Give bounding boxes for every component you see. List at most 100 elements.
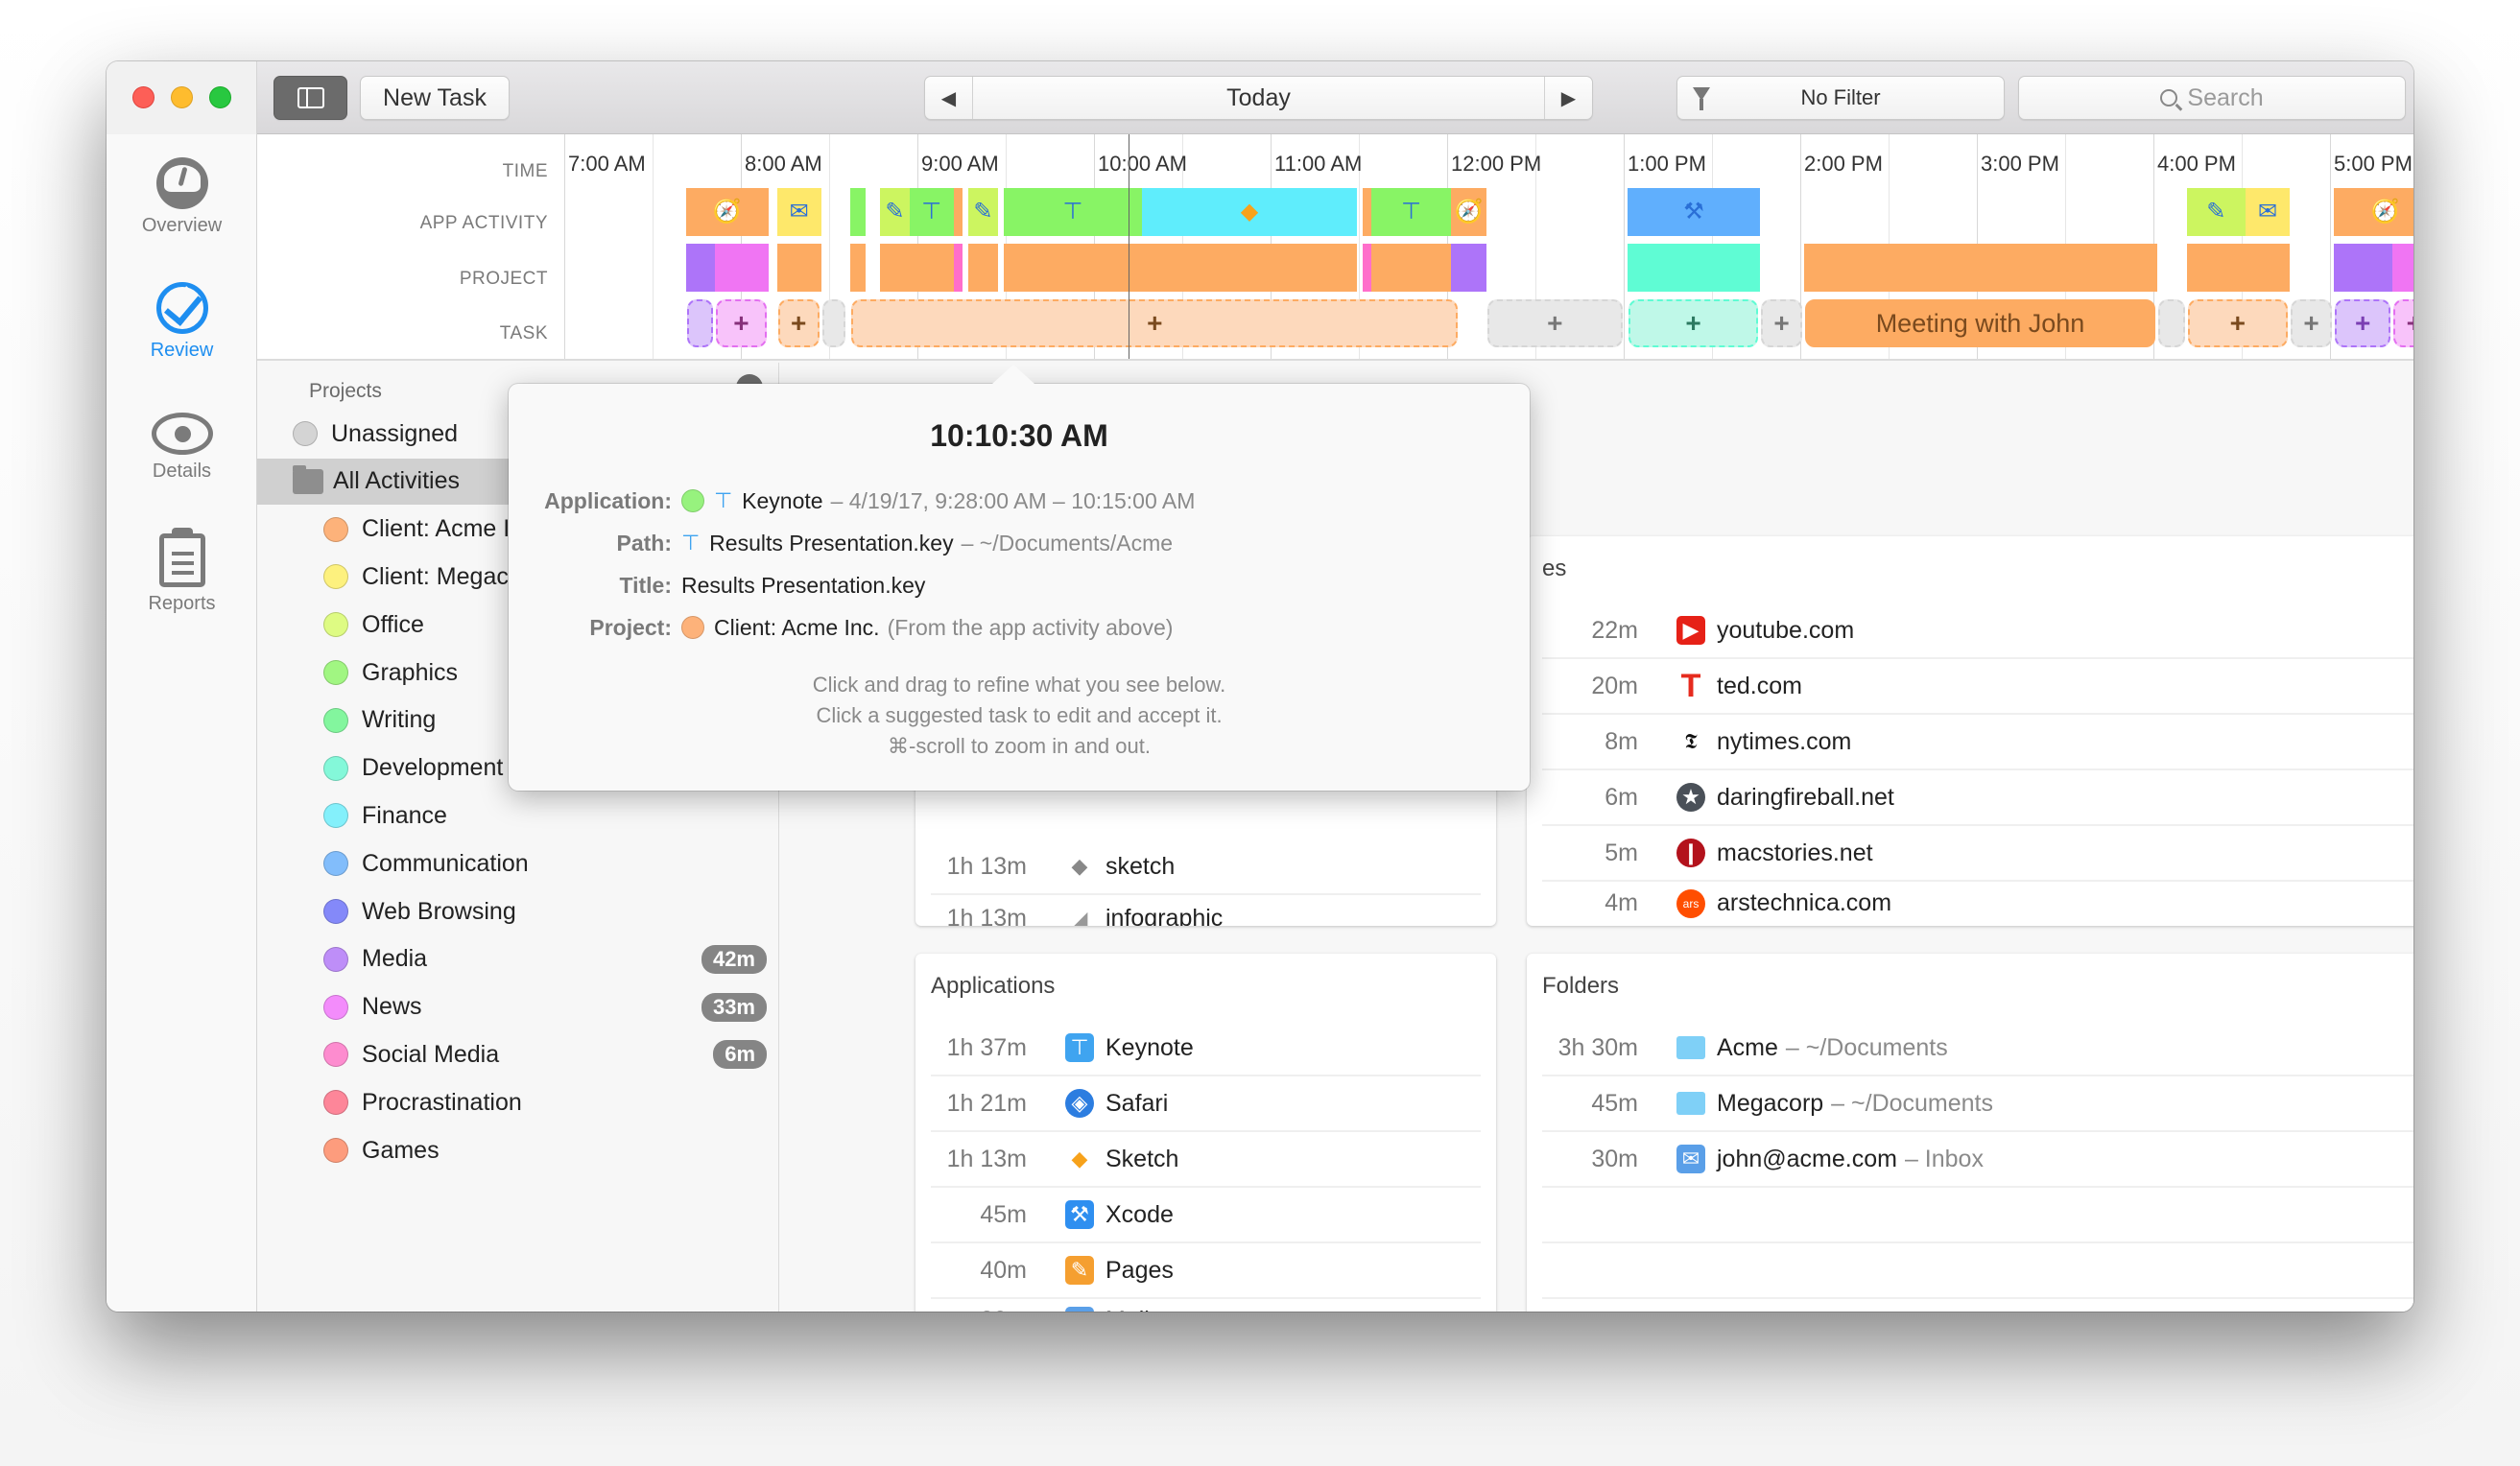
app-activity-segment[interactable]: ✎ <box>968 188 998 236</box>
project-segment[interactable] <box>2334 244 2393 292</box>
list-item[interactable]: 45m Megacorp – ~/Documents <box>1542 1076 2413 1132</box>
list-item[interactable]: 6m ★ daringfireball.net <box>1542 770 2413 826</box>
project-segment[interactable] <box>1363 244 1372 292</box>
project-color-dot <box>323 612 348 638</box>
list-item[interactable]: 3h 30m Acme – ~/Documents <box>1542 1021 2413 1076</box>
suggested-task[interactable]: + <box>2291 299 2332 347</box>
list-item[interactable]: 1h 13m ◆ sketch <box>931 839 1481 895</box>
app-activity-segment[interactable] <box>850 188 866 236</box>
suggested-task[interactable]: + <box>1628 299 1758 347</box>
project-segment[interactable] <box>1804 244 2157 292</box>
list-item[interactable]: 22m ▶ youtube.com <box>1542 603 2413 659</box>
project-segment[interactable] <box>1628 244 1760 292</box>
minimize-window-button[interactable] <box>171 86 193 108</box>
filter-button[interactable]: No Filter <box>1676 76 2005 120</box>
list-item[interactable]: 20m Tted.com <box>1542 659 2413 715</box>
app-activity-segment[interactable]: 🧭 <box>685 188 769 236</box>
app-activity-segment[interactable]: ⚒ <box>1628 188 1760 236</box>
project-segment[interactable] <box>1371 244 1451 292</box>
project-item[interactable]: News 33m <box>257 984 778 1030</box>
app-activity-segment[interactable]: ⊤ <box>1003 188 1142 236</box>
duration: 22m <box>1591 616 1638 644</box>
project-segment[interactable] <box>2392 244 2413 292</box>
app-activity-segment[interactable]: ✎ <box>880 188 910 236</box>
list-item[interactable]: 5m ❙ macstories.net <box>1542 826 2413 882</box>
app-activity-segment[interactable]: ✎ <box>2186 188 2246 236</box>
project-item[interactable]: Media 42m <box>257 936 778 982</box>
suggested-task[interactable]: + <box>1486 299 1623 347</box>
suggested-task[interactable]: + <box>777 299 820 347</box>
sidebar-toggle-button[interactable] <box>273 76 347 120</box>
project-segment[interactable] <box>850 244 866 292</box>
app-activity-segment[interactable]: ⊤ <box>909 188 954 236</box>
suggested-task[interactable]: + <box>1761 299 1802 347</box>
folder-icon <box>293 464 323 494</box>
suggested-task[interactable]: + <box>2335 299 2391 347</box>
search-input[interactable]: Search <box>2018 76 2406 120</box>
project-segment[interactable] <box>953 244 963 292</box>
nav-review[interactable]: Review <box>107 282 257 362</box>
app-activity-segment[interactable]: ✉ <box>2246 188 2290 236</box>
project-color-dot <box>323 660 348 685</box>
project-segment[interactable] <box>968 244 998 292</box>
suggested-task[interactable] <box>686 299 714 347</box>
list-item[interactable]: 1h 13m ◆ Sketch <box>931 1132 1481 1188</box>
list-item[interactable]: 40m ✎ Pages <box>931 1243 1481 1299</box>
project-item[interactable]: Procrastination <box>257 1079 778 1125</box>
close-window-button[interactable] <box>132 86 155 108</box>
project-item[interactable]: Communication <box>257 840 778 887</box>
suggested-task[interactable] <box>821 299 846 347</box>
nav-reports[interactable]: Reports <box>107 528 257 615</box>
project-segment[interactable] <box>880 244 954 292</box>
list-item[interactable]: 1h 21m ◈ Safari <box>931 1076 1481 1132</box>
project-segment[interactable] <box>776 244 821 292</box>
project-item[interactable]: Social Media 6m <box>257 1031 778 1077</box>
suggested-task[interactable]: + <box>2393 299 2413 347</box>
hour-label: 10:00 AM <box>1098 152 1187 176</box>
project-item[interactable]: Finance <box>257 792 778 839</box>
list-item[interactable]: 45m ⚒ Xcode <box>931 1188 1481 1243</box>
app-activity-segment[interactable]: 🧭 <box>2334 188 2413 236</box>
folders-card: Folders 3h 30m Acme – ~/Documents 45m Megac… <box>1527 954 2413 1312</box>
app-activity-segment[interactable]: ◆ <box>1142 188 1357 236</box>
previous-day-button[interactable]: ◀ <box>925 77 973 119</box>
list-item[interactable]: 30m ✉ john@acme.com – Inbox <box>1542 1132 2413 1188</box>
project-segment[interactable] <box>715 244 769 292</box>
list-item[interactable]: 1h 13m ◢ infographic <box>931 897 1481 926</box>
duration: 5m <box>1605 839 1638 866</box>
list-item[interactable]: 4m ars arstechnica.com <box>1542 882 2413 918</box>
app-activity-segment[interactable]: 🧭 <box>1451 188 1486 236</box>
project-segment[interactable] <box>685 244 716 292</box>
app-activity-segment[interactable]: ✉ <box>776 188 821 236</box>
keynote-icon: ⊤ <box>714 488 733 512</box>
list-item[interactable]: 8m 𝕿nytimes.com <box>1542 715 2413 770</box>
suggested-task[interactable] <box>2158 299 2185 347</box>
nav-overview[interactable]: Overview <box>107 157 257 237</box>
project-segment[interactable] <box>2186 244 2290 292</box>
nav-details[interactable]: Details <box>107 413 257 483</box>
hint-line: Click a suggested task to edit and accep… <box>816 703 1223 727</box>
app-activity-segment[interactable] <box>1363 188 1372 236</box>
app-activity-segment[interactable]: ⊤ <box>1371 188 1451 236</box>
project-item[interactable]: Games <box>257 1127 778 1173</box>
applications-card-title: Applications <box>931 973 1056 999</box>
new-task-button[interactable]: New Task <box>360 76 510 120</box>
next-day-button[interactable]: ▶ <box>1544 77 1592 119</box>
list-item[interactable]: 1h 37m ⊤ Keynote <box>931 1021 1481 1076</box>
suggested-task[interactable]: + <box>2187 299 2288 347</box>
hour-label: 9:00 AM <box>921 152 999 176</box>
timeline[interactable]: TIME APP ACTIVITY PROJECT TASK 7:00 AM 8:… <box>257 134 2413 361</box>
project-segment[interactable] <box>1451 244 1486 292</box>
list-item[interactable]: 30m✉ Mail <box>931 1299 1481 1312</box>
date-label[interactable]: Today <box>1226 84 1291 112</box>
suggested-task[interactable]: + <box>851 299 1459 347</box>
zoom-window-button[interactable] <box>209 86 231 108</box>
nav-review-label: Review <box>150 340 214 361</box>
project-segment[interactable] <box>1003 244 1357 292</box>
suggested-task[interactable]: + <box>716 299 767 347</box>
filter-icon <box>1693 87 1710 110</box>
mail-icon: ✉ <box>789 199 809 225</box>
project-item[interactable]: Web Browsing <box>257 888 778 934</box>
app-activity-segment[interactable] <box>953 188 963 236</box>
task-block[interactable]: Meeting with John <box>1805 299 2155 347</box>
